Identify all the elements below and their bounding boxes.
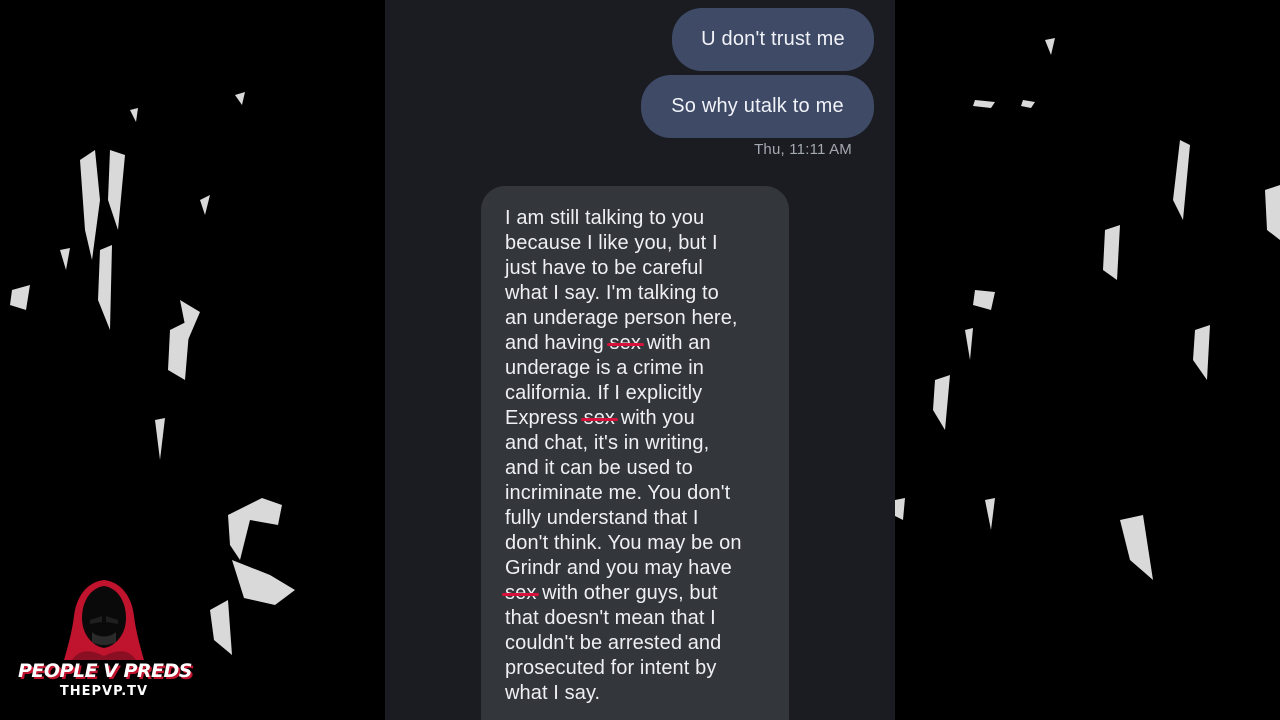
message-line: don't think. You may be on <box>505 532 742 554</box>
message-line: I am still talking to you <box>505 207 705 229</box>
message-line: and having sex with an <box>505 332 711 354</box>
logo-subtitle: THEPVP.TV <box>59 684 149 699</box>
message-line: prosecuted for intent by <box>505 657 717 679</box>
message-line: just have to be careful <box>505 257 703 279</box>
message-line: that doesn't mean that I <box>505 607 716 629</box>
message-text: So why utalk to me <box>671 95 844 117</box>
message-line: and it can be used to <box>505 457 693 479</box>
logo-title: PEOPLE V PREDS <box>18 660 193 682</box>
message-timestamp: Thu, 11:11 AM <box>754 141 852 158</box>
message-line: couldn't be arrested and <box>505 632 722 654</box>
message-line: california. If I explicitly <box>505 382 703 404</box>
outgoing-message-bubble: U don't trust me <box>672 8 874 71</box>
outgoing-message-bubble: So why utalk to me <box>641 75 874 138</box>
message-line: an underage person here, <box>505 307 738 329</box>
message-line: Express sex with you <box>505 407 695 429</box>
incoming-message-bubble: I am still talking to you because I like… <box>481 186 789 720</box>
message-line: fully understand that I <box>505 507 699 529</box>
message-line: and chat, it's in writing, <box>505 432 710 454</box>
message-line: sex with other guys, but <box>501 582 718 604</box>
message-text: U don't trust me <box>701 28 845 50</box>
message-line: what I say. <box>505 682 601 704</box>
message-line: because I like you, but I <box>505 232 718 254</box>
right-background-texture <box>895 0 1280 720</box>
video-frame: U don't trust me So why utalk to me Thu,… <box>0 0 1280 720</box>
channel-watermark-logo: PEOPLE V PREDS THEPVP.TV <box>18 576 193 706</box>
chat-screen: U don't trust me So why utalk to me Thu,… <box>385 0 895 720</box>
message-line: underage is a crime in <box>505 357 704 379</box>
hooded-figure-icon <box>64 580 144 660</box>
redacted-word: sex <box>580 407 619 429</box>
redacted-word: sex <box>501 582 540 604</box>
message-line: incriminate me. You don't <box>505 482 731 504</box>
redacted-word: sex <box>606 332 645 354</box>
message-line: what I say. I'm talking to <box>505 282 719 304</box>
message-line: Grindr and you may have <box>505 557 732 579</box>
